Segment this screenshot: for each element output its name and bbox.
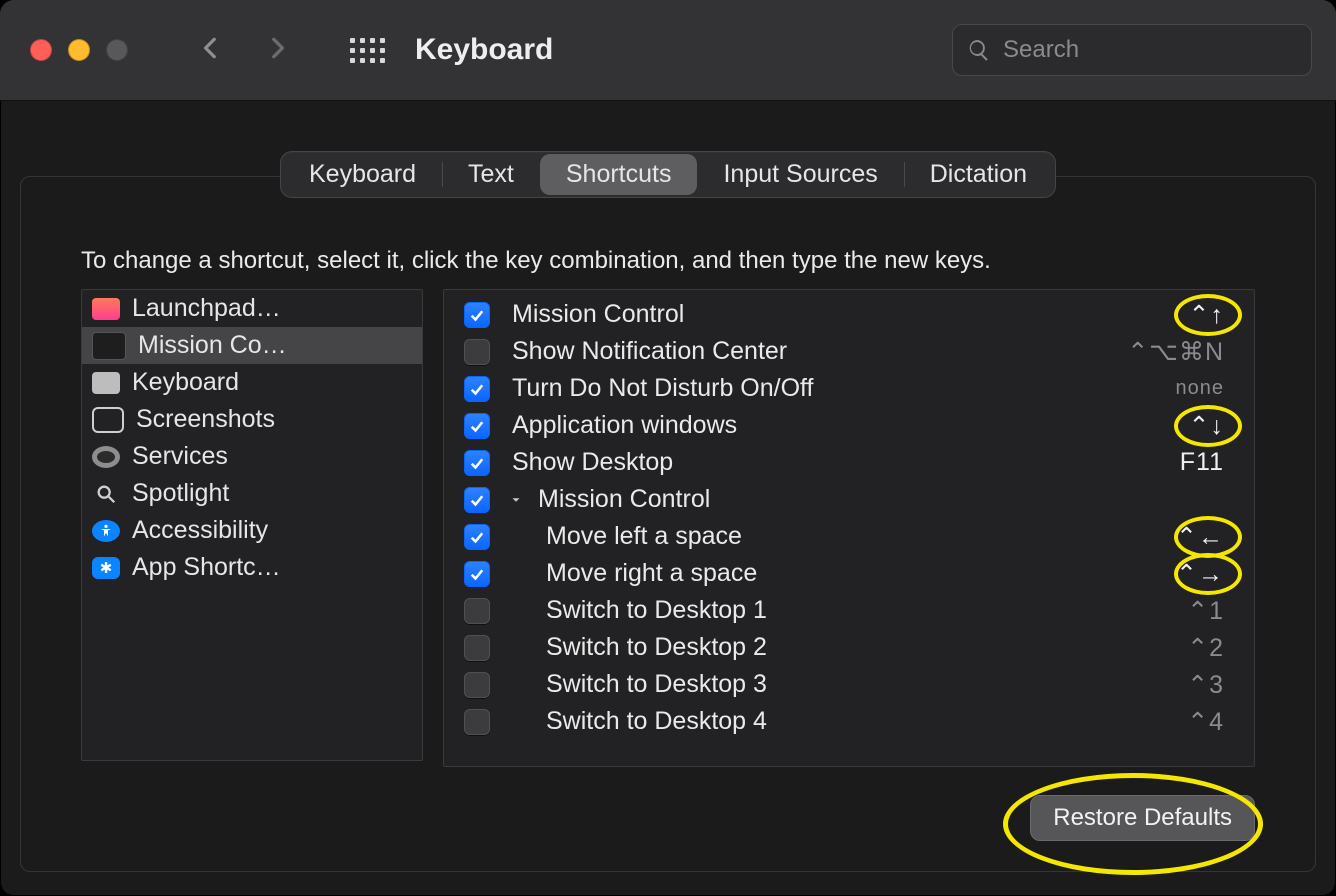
category-services[interactable]: Services: [82, 438, 422, 475]
shortcut-keys[interactable]: ⌃↓: [1189, 411, 1224, 441]
shortcut-row[interactable]: Show Desktop F11: [444, 444, 1254, 481]
keyboard-prefs-window: Keyboard Search Keyboard Text Shortcuts …: [0, 0, 1336, 896]
search-placeholder: Search: [1003, 36, 1079, 64]
search-icon: [967, 38, 991, 62]
category-label: Screenshots: [136, 405, 275, 434]
shortcut-label: Application windows: [512, 411, 737, 440]
shortcut-keys[interactable]: ⌃⌥⌘N: [1127, 337, 1224, 367]
shortcut-keys[interactable]: ⌃2: [1187, 633, 1224, 663]
shortcut-checkbox[interactable]: [464, 672, 490, 698]
shortcut-label: Show Notification Center: [512, 337, 787, 366]
nav-arrows: [198, 30, 290, 71]
shortcut-label: Show Desktop: [512, 448, 673, 477]
shortcut-keys[interactable]: none: [1176, 377, 1225, 400]
category-screenshots[interactable]: Screenshots: [82, 401, 422, 438]
shortcut-row[interactable]: Mission Control ⌃↑: [444, 296, 1254, 333]
category-accessibility[interactable]: Accessibility: [82, 512, 422, 549]
content-frame: To change a shortcut, select it, click t…: [20, 176, 1316, 872]
spotlight-icon: [92, 483, 120, 505]
category-label: Services: [132, 442, 228, 471]
minimize-window-button[interactable]: [68, 39, 90, 61]
shortcut-keys[interactable]: ⌃↑: [1189, 300, 1224, 330]
shortcut-label: Switch to Desktop 1: [546, 596, 767, 625]
category-label: Launchpad…: [132, 294, 281, 323]
shortcut-label: Turn Do Not Disturb On/Off: [512, 374, 814, 403]
shortcut-row[interactable]: Move right a space ⌃→: [444, 555, 1254, 592]
shortcut-checkbox[interactable]: [464, 635, 490, 661]
shortcut-label: Mission Control: [538, 485, 710, 514]
show-all-icon[interactable]: [350, 38, 385, 63]
category-label: App Shortc…: [132, 553, 281, 582]
shortcut-label: Switch to Desktop 3: [546, 670, 767, 699]
close-window-button[interactable]: [30, 39, 52, 61]
tab-dictation[interactable]: Dictation: [904, 154, 1053, 195]
shortcut-row[interactable]: Show Notification Center ⌃⌥⌘N: [444, 333, 1254, 370]
category-label: Keyboard: [132, 368, 239, 397]
pane-title: Keyboard: [415, 33, 553, 67]
instruction-text: To change a shortcut, select it, click t…: [81, 247, 1255, 275]
search-field[interactable]: Search: [952, 24, 1312, 76]
category-list[interactable]: Launchpad… Mission Co… Keyboard: [81, 289, 423, 761]
gear-icon: [92, 446, 120, 468]
category-label: Mission Co…: [138, 331, 287, 360]
shortcut-checkbox[interactable]: [464, 487, 490, 513]
shortcut-checkbox[interactable]: [464, 339, 490, 365]
launchpad-icon: [92, 298, 120, 320]
forward-button[interactable]: [264, 30, 290, 71]
shortcut-label: Move left a space: [546, 522, 742, 551]
footer: Restore Defaults: [81, 795, 1255, 841]
category-launchpad[interactable]: Launchpad…: [82, 290, 422, 327]
shortcut-row[interactable]: Switch to Desktop 3 ⌃3: [444, 666, 1254, 703]
category-spotlight[interactable]: Spotlight: [82, 475, 422, 512]
tab-text[interactable]: Text: [442, 154, 540, 195]
screenshot-icon: [92, 407, 124, 433]
shortcut-checkbox[interactable]: [464, 524, 490, 550]
tab-shortcuts[interactable]: Shortcuts: [540, 154, 698, 195]
shortcut-label: Mission Control: [512, 300, 684, 329]
shortcut-keys[interactable]: F11: [1180, 448, 1224, 477]
shortcut-keys[interactable]: ⌃4: [1187, 707, 1224, 737]
pane-body: Keyboard Text Shortcuts Input Sources Di…: [0, 101, 1336, 896]
shortcut-row[interactable]: Turn Do Not Disturb On/Off none: [444, 370, 1254, 407]
shortcut-checkbox[interactable]: [464, 376, 490, 402]
tab-input-sources[interactable]: Input Sources: [697, 154, 903, 195]
titlebar: Keyboard Search: [0, 0, 1336, 101]
category-keyboard[interactable]: Keyboard: [82, 364, 422, 401]
shortcut-checkbox[interactable]: [464, 598, 490, 624]
category-label: Spotlight: [132, 479, 229, 508]
shortcut-row[interactable]: Switch to Desktop 4 ⌃4: [444, 703, 1254, 740]
shortcut-keys[interactable]: ⌃3: [1187, 670, 1224, 700]
category-label: Accessibility: [132, 516, 268, 545]
shortcut-checkbox[interactable]: [464, 450, 490, 476]
disclosure-triangle-icon[interactable]: [508, 493, 524, 507]
shortcut-checkbox[interactable]: [464, 302, 490, 328]
shortcut-row[interactable]: Switch to Desktop 2 ⌃2: [444, 629, 1254, 666]
zoom-window-button[interactable]: [106, 39, 128, 61]
appstore-icon: ✱: [92, 557, 120, 579]
keyboard-icon: [92, 372, 120, 394]
shortcut-checkbox[interactable]: [464, 561, 490, 587]
shortcut-label: Switch to Desktop 2: [546, 633, 767, 662]
tab-keyboard[interactable]: Keyboard: [283, 154, 442, 195]
category-mission-control[interactable]: Mission Co…: [82, 327, 422, 364]
back-button[interactable]: [198, 30, 224, 71]
shortcut-checkbox[interactable]: [464, 413, 490, 439]
restore-defaults-button[interactable]: Restore Defaults: [1030, 795, 1255, 841]
accessibility-icon: [92, 520, 120, 542]
shortcut-row[interactable]: Switch to Desktop 1 ⌃1: [444, 592, 1254, 629]
shortcut-label: Switch to Desktop 4: [546, 707, 767, 736]
shortcut-keys[interactable]: ⌃←: [1176, 522, 1224, 552]
shortcut-row[interactable]: Move left a space ⌃←: [444, 518, 1254, 555]
shortcut-row[interactable]: Mission Control: [444, 481, 1254, 518]
category-app-shortcuts[interactable]: ✱ App Shortc…: [82, 549, 422, 586]
shortcut-keys[interactable]: ⌃1: [1187, 596, 1224, 626]
window-controls: [30, 39, 128, 61]
shortcut-row[interactable]: Application windows ⌃↓: [444, 407, 1254, 444]
shortcut-keys[interactable]: ⌃→: [1176, 559, 1224, 589]
tabs: Keyboard Text Shortcuts Input Sources Di…: [280, 151, 1056, 198]
mission-control-icon: [92, 332, 126, 360]
shortcut-checkbox[interactable]: [464, 709, 490, 735]
shortcut-label: Move right a space: [546, 559, 757, 588]
shortcut-list[interactable]: Mission Control⌃↑Show Notification Cente…: [443, 289, 1255, 767]
